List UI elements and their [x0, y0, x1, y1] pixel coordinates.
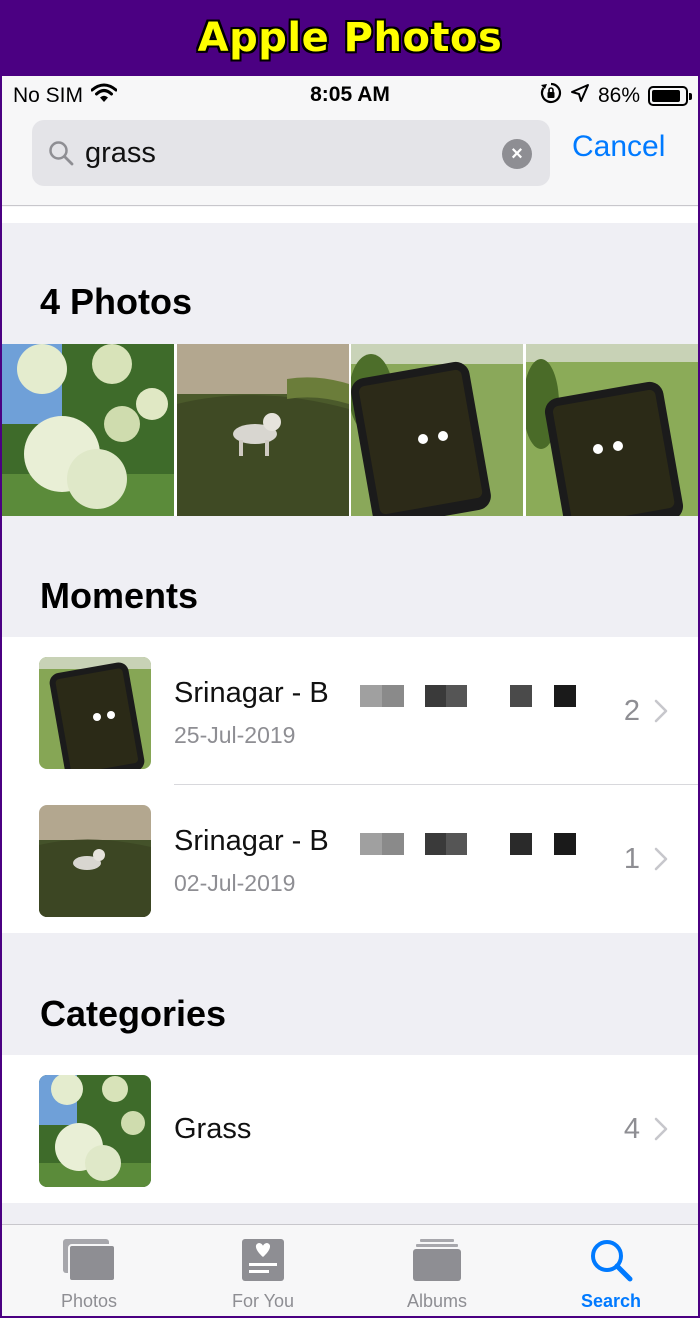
list-item[interactable]: Srinagar - B 02-Jul-2019 1 [2, 785, 698, 933]
chevron-right-icon [654, 699, 668, 728]
moments-section-title: Moments [40, 575, 199, 616]
photo-thumbnail[interactable] [2, 344, 175, 516]
category-title: Grass [174, 1113, 252, 1145]
list-item[interactable]: Srinagar - B 25-Jul-2019 2 [2, 637, 698, 785]
search-header: grass × Cancel [2, 114, 698, 206]
moment-count: 2 [623, 695, 640, 727]
redaction-block [510, 833, 532, 855]
orientation-lock-icon [540, 82, 562, 110]
tab-albums[interactable]: Albums [350, 1225, 524, 1316]
chevron-right-icon [654, 847, 668, 876]
moment-title: Srinagar - B [174, 825, 329, 857]
clear-search-button[interactable]: × [502, 139, 532, 169]
photos-section-title: 4 Photos [40, 281, 193, 322]
cancel-button[interactable]: Cancel [572, 130, 665, 164]
albums-icon [412, 1237, 462, 1288]
moment-thumbnail [39, 657, 151, 769]
redaction-block [360, 833, 404, 855]
banner-title: Apple Photos [197, 15, 503, 61]
redaction-block [510, 685, 532, 707]
tab-label: Photos [60, 1291, 118, 1311]
search-field[interactable]: grass × [32, 120, 550, 186]
status-right: 86% [540, 82, 692, 110]
photo-thumbnail[interactable] [176, 344, 350, 516]
redaction-block [360, 685, 404, 707]
battery-tip [689, 93, 692, 100]
status-bar: No SIM 8:05 AM 86% [2, 76, 698, 114]
search-icon [588, 1237, 634, 1288]
list-item[interactable]: Grass 4 [2, 1055, 698, 1203]
battery-percent: 86% [597, 84, 640, 107]
redaction-block [425, 833, 467, 855]
results-top-divider [2, 207, 698, 223]
battery-level [652, 90, 680, 102]
tab-for-you[interactable]: For You [176, 1225, 350, 1316]
tab-search[interactable]: Search [524, 1225, 698, 1316]
redaction-block [425, 685, 467, 707]
categories-list: Grass 4 [2, 1055, 698, 1203]
photo-thumbnail[interactable] [525, 344, 699, 516]
battery-icon [648, 86, 692, 106]
tab-label: Search [580, 1291, 642, 1311]
moment-thumbnail [39, 805, 151, 917]
moment-date: 25-Jul-2019 [174, 722, 296, 748]
moment-date: 02-Jul-2019 [174, 870, 296, 896]
redaction-block [554, 833, 576, 855]
categories-section-title: Categories [40, 993, 227, 1034]
photo-thumbnail[interactable] [351, 344, 524, 516]
location-icon [570, 83, 590, 109]
for-you-icon [240, 1237, 286, 1288]
photos-icon [61, 1237, 117, 1288]
phone-screen: No SIM 8:05 AM 86% grass × Cancel 4 Phot… [0, 76, 700, 1318]
tab-bar: Photos For You Albums Search [2, 1224, 698, 1316]
tab-photos[interactable]: Photos [2, 1225, 176, 1316]
moments-list: Srinagar - B 25-Jul-2019 2 Srinagar - B … [2, 637, 698, 933]
moment-count: 1 [623, 843, 640, 875]
redaction-block [554, 685, 576, 707]
search-input[interactable]: grass [85, 137, 156, 170]
search-results[interactable]: 4 Photos Moments Srinagar - B 25-Jul-201… [2, 207, 698, 1227]
tab-label: For You [231, 1291, 295, 1311]
category-thumbnail [39, 1075, 151, 1187]
tab-label: Albums [406, 1291, 468, 1311]
chevron-right-icon [654, 1117, 668, 1146]
photo-grid [2, 344, 698, 516]
search-icon [48, 140, 74, 171]
moment-title: Srinagar - B [174, 677, 329, 709]
category-count: 4 [623, 1113, 640, 1145]
banner: Apple Photos [0, 0, 700, 76]
